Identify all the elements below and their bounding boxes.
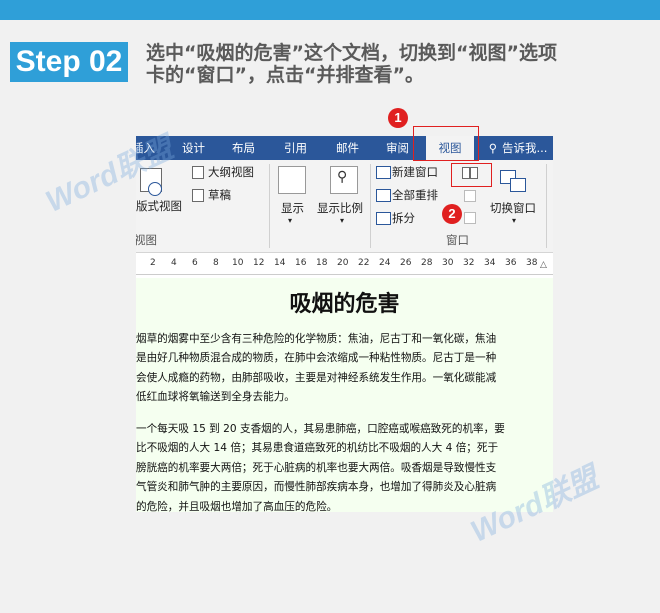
ruler-tick: 6 [192,258,198,268]
show-button[interactable]: 显示 [281,200,304,216]
chevron-down-icon: ▾ [340,216,345,225]
magnifier-icon: ⚲ [337,169,348,185]
side-by-side-highlight [451,163,492,187]
text-line: 一个每天吸 15 到 20 支香烟的人，其易患肺癌，口腔癌或喉癌致死的机率，要 [136,423,505,435]
reset-window-position-icon[interactable] [464,212,476,224]
ruler-tick: 26 [400,258,412,268]
lightbulb-icon: ⚲ [488,141,498,155]
indent-marker-icon[interactable]: △ [540,260,547,270]
arrange-all-icon [376,189,391,202]
new-window-icon [376,166,391,179]
ruler-tick: 32 [463,258,475,268]
switch-window-button[interactable]: 切换窗口 [490,200,536,216]
web-layout-button[interactable]: 版式视图 [136,198,182,214]
ruler-tick: 14 [274,258,286,268]
draft-icon [192,189,204,202]
ruler-tick: 24 [379,258,391,268]
ruler-tick: 12 [253,258,265,268]
tab-design[interactable]: 设计 [182,136,205,160]
ruler-tick: 20 [337,258,349,268]
switch-window-icon [510,178,526,192]
step-marker-2: 2 [442,204,462,224]
ruler-tick: 8 [213,258,219,268]
step-badge: Step 02 [10,42,128,82]
ruler-tick: 18 [316,258,328,268]
ruler-tick: 36 [505,258,517,268]
ruler-tick: 2 [150,258,156,268]
ruler-tick: 34 [484,258,496,268]
outline-button[interactable]: 大纲视图 [208,164,254,180]
chevron-down-icon: ▾ [288,216,293,225]
ruler-tick: 10 [232,258,244,268]
text-line: 膀胱癌的机率要大两倍；死于心脏病的机率也要大两倍。吸香烟是导致慢性支 [136,461,497,474]
ruler-tick: 4 [171,258,177,268]
window-group-label: 窗口 [446,233,469,247]
view-tab-highlight [413,126,479,161]
text-line: 比不吸烟的人大 14 倍；其易患食道癌致死的机纺比不吸烟的人大 4 倍；死于 [136,442,499,455]
document-title: 吸烟的危害 [289,291,400,317]
new-window-button[interactable]: 新建窗口 [392,164,438,180]
tell-me-search[interactable]: 告诉我... [502,136,547,160]
tab-mailings[interactable]: 邮件 [336,136,359,160]
step-marker-1: 1 [388,108,408,128]
text-line: 气管炎和肺气肿的主要原因，而慢性肺部疾病本身，也增加了得肺炎及心脏病 [136,481,497,494]
paragraph-1: 烟草的烟雾中至少含有三种危险的化学物质：焦油，尼古丁和一氧化碳，焦油 是由好几种… [136,330,548,408]
word-screenshot: 插入 设计 布局 引用 邮件 审阅 视图 ⚲ 告诉我... 版式视图 大纲视图 … [136,136,553,512]
group-separator [546,164,547,248]
synchronous-scroll-icon[interactable] [464,190,476,202]
globe-icon [148,182,162,196]
tab-layout[interactable]: 布局 [232,136,255,160]
tab-references[interactable]: 引用 [284,136,307,160]
zoom-button[interactable]: 显示比例 [317,200,363,216]
group-separator [269,164,270,248]
tab-review[interactable]: 审阅 [386,136,409,160]
arrange-all-button[interactable]: 全部重排 [392,187,438,203]
chevron-down-icon: ▾ [512,216,517,225]
ruler-tick: 28 [421,258,433,268]
ruler-tick: 30 [442,258,454,268]
split-button[interactable]: 拆分 [392,210,415,226]
instruction-line-1: 选中“吸烟的危害”这个文档，切换到“视图”选项 [146,42,557,64]
views-group-label: 视图 [136,233,157,247]
instruction-line-2: 卡的“窗口”，点击“并排查看”。 [146,64,424,86]
show-icon [278,166,306,194]
text-line: 烟草的烟雾中至少含有三种危险的化学物质：焦油，尼古丁和一氧化碳，焦油 [136,333,497,345]
outline-icon [192,166,204,179]
draft-button[interactable]: 草稿 [208,187,231,203]
text-line: 是由好几种物质混合成的物质，在肺中会浓缩成一种粘性物质。尼古丁是一种 [136,352,497,365]
ruler-tick: 16 [295,258,307,268]
step-instruction: 选中“吸烟的危害”这个文档，切换到“视图”选项 卡的“窗口”，点击“并排查看”。 [146,42,646,86]
split-icon [376,212,391,225]
top-accent-bar [0,0,660,20]
group-separator [370,164,371,248]
document-page[interactable]: 吸烟的危害 烟草的烟雾中至少含有三种危险的化学物质：焦油，尼古丁和一氧化碳，焦油… [136,278,553,512]
ruler-tick: 38 [526,258,538,268]
text-line: 会使人成瘾的药物，由肺部吸收，主要是对神经系统发生作用。一氧化碳能减 [136,371,497,384]
ruler-tick: 22 [358,258,370,268]
text-line: 低红血球将氧输送到全身去能力。 [136,391,295,404]
ribbon-tab-bar: 插入 设计 布局 引用 邮件 审阅 视图 ⚲ 告诉我... [136,136,553,160]
horizontal-ruler[interactable]: 2 4 6 8 10 12 14 16 18 20 22 24 26 28 30… [136,254,553,275]
